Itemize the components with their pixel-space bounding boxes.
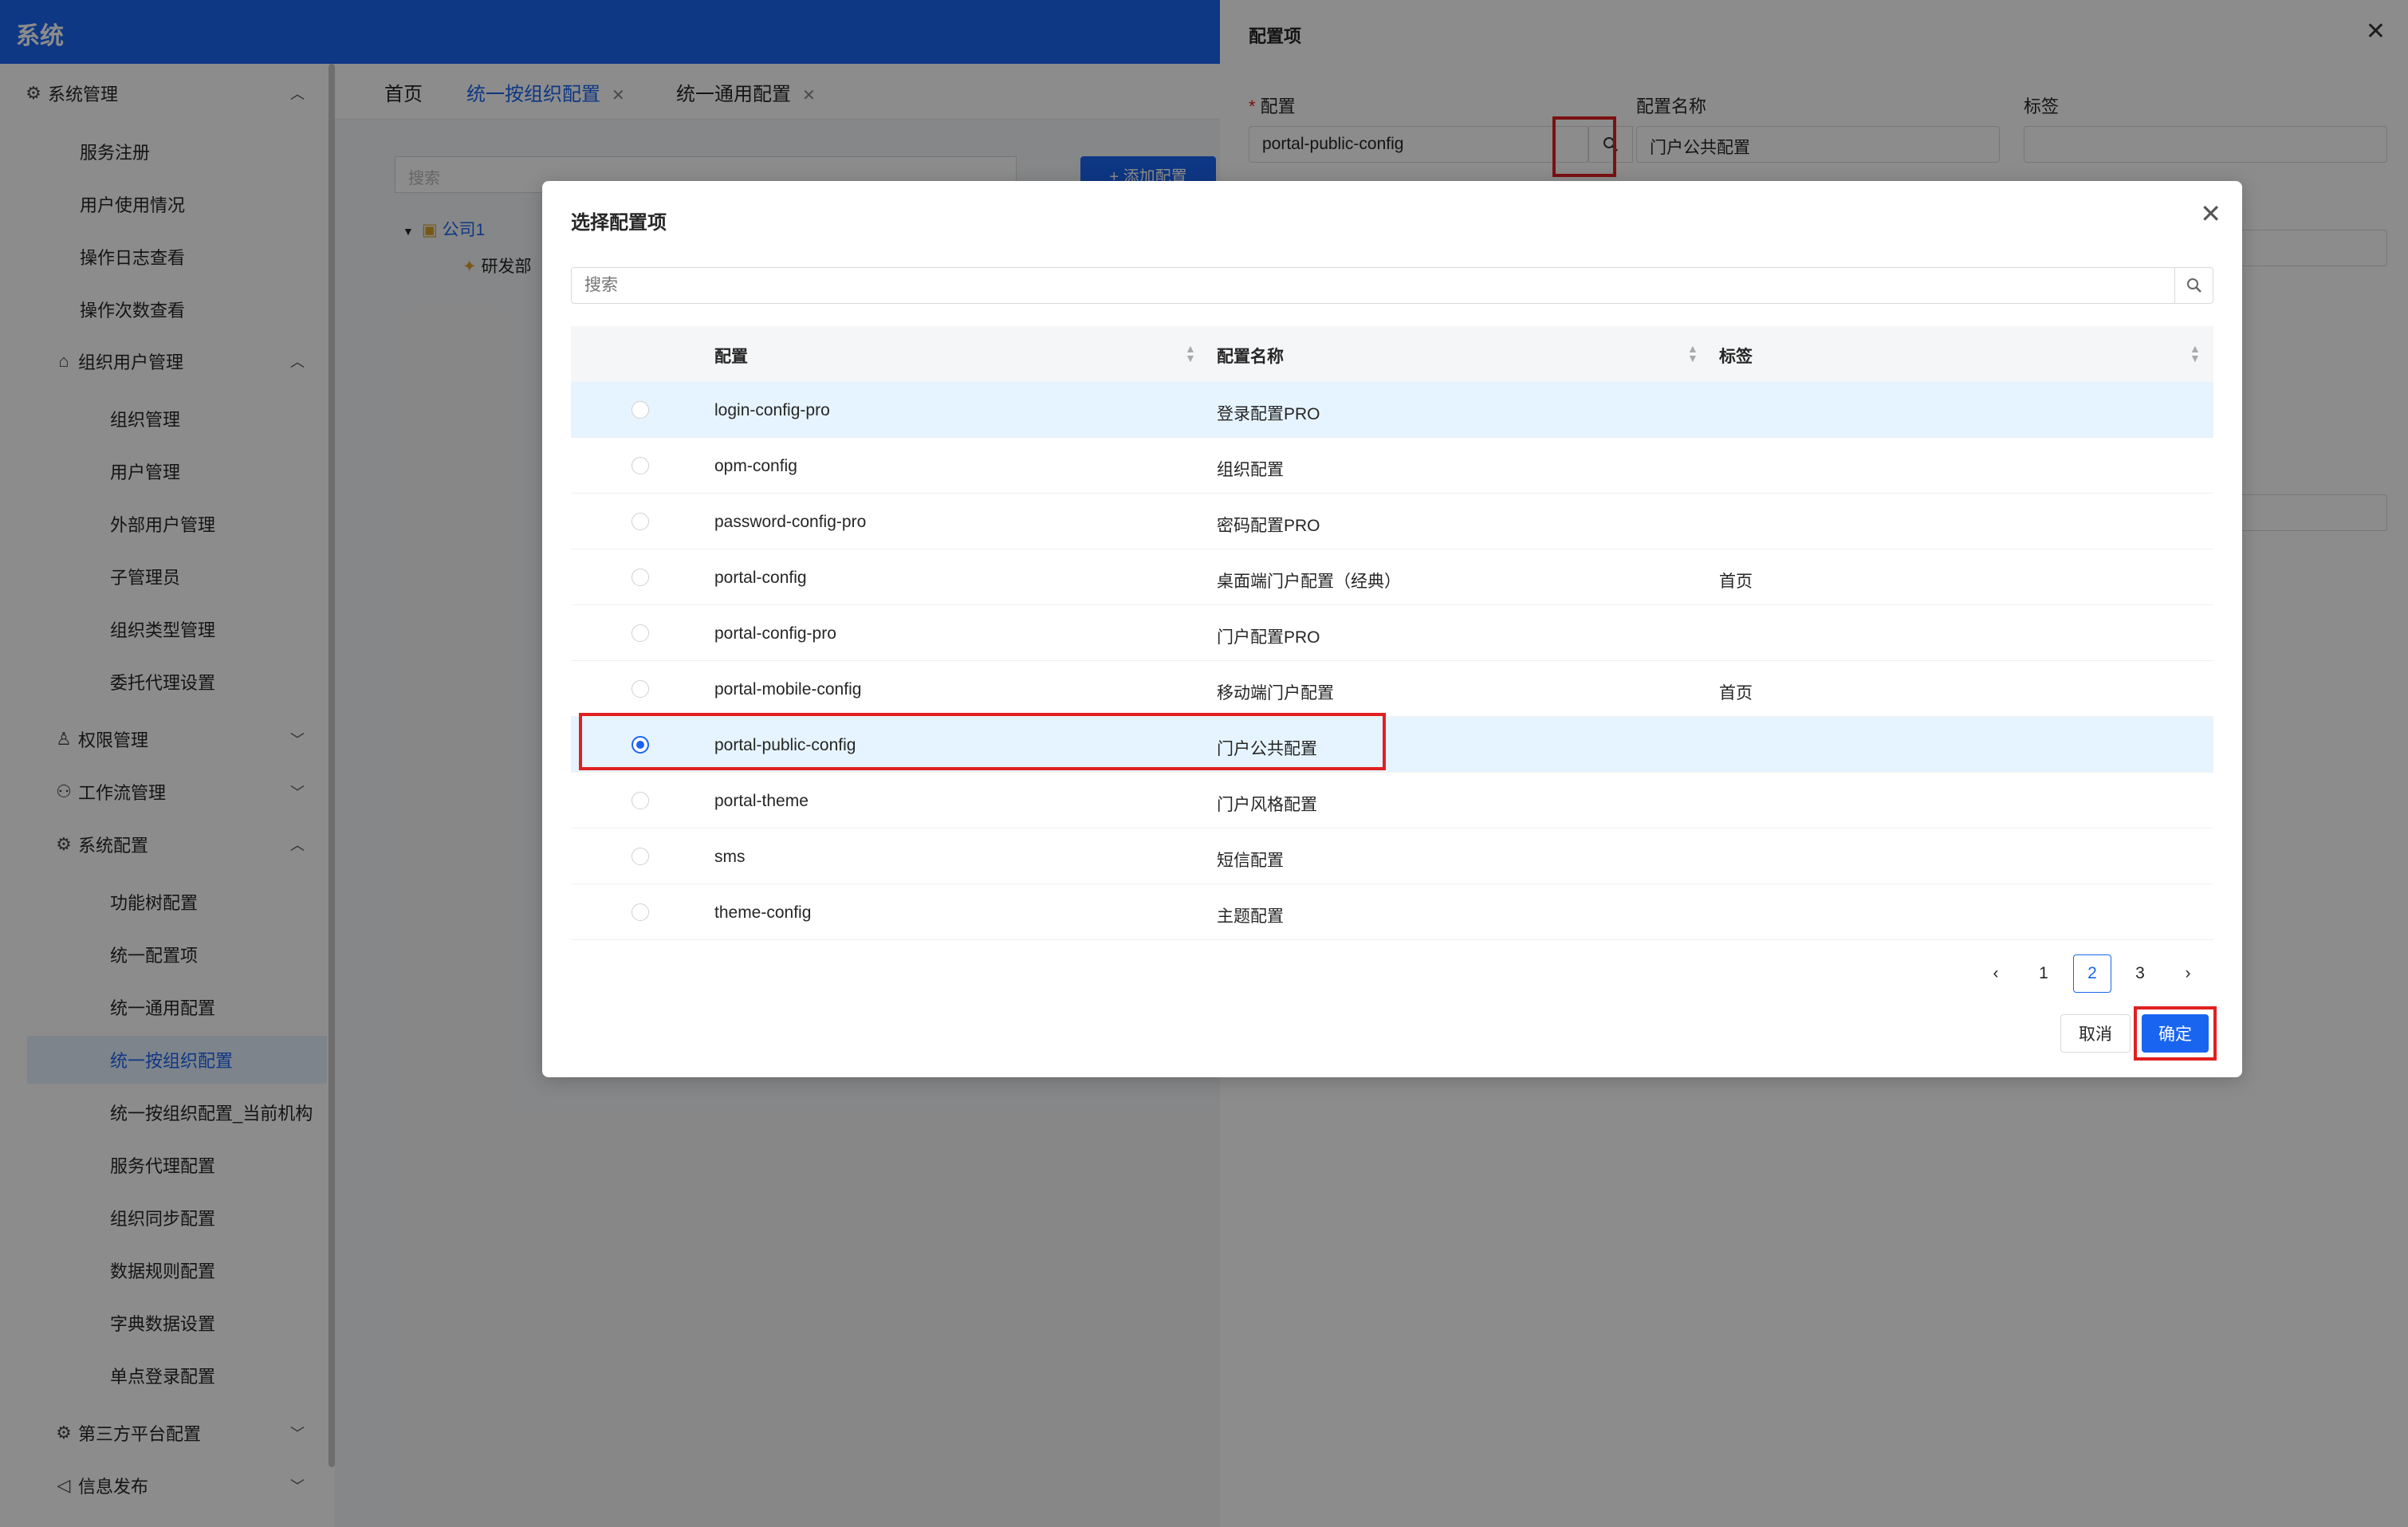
modal-search-button[interactable]	[2174, 268, 2213, 303]
column-header-config[interactable]: 配置	[714, 344, 748, 368]
cell-config: login-config-pro	[714, 401, 830, 419]
table-row[interactable]: portal-mobile-config 移动端门户配置 首页	[571, 661, 2213, 717]
modal-search-input[interactable]	[572, 268, 2158, 303]
column-header-tag[interactable]: 标签	[1719, 344, 1753, 368]
table-row[interactable]: portal-theme 门户风格配置	[571, 773, 2213, 828]
search-icon	[2186, 278, 2201, 293]
prev-page-icon[interactable]: ‹	[1977, 954, 2015, 993]
cell-config: password-config-pro	[714, 513, 867, 531]
row-radio[interactable]	[632, 903, 649, 921]
cell-tag: 首页	[1719, 573, 1753, 591]
cell-name: 登录配置PRO	[1217, 405, 1320, 423]
cell-name: 短信配置	[1217, 852, 1284, 870]
table-header: 配置 ▲ ▼ 配置名称 ▲ ▼ 标签 ▲ ▼	[571, 326, 2213, 382]
highlight-box	[579, 713, 1386, 770]
page-2[interactable]: 2	[2073, 954, 2111, 993]
cell-config: portal-mobile-config	[714, 680, 862, 699]
cell-config: portal-config-pro	[714, 624, 836, 643]
cell-config: theme-config	[714, 903, 812, 922]
modal-search-box	[571, 267, 2213, 304]
row-radio[interactable]	[632, 848, 649, 865]
row-radio[interactable]	[632, 680, 649, 698]
next-page-icon[interactable]: ›	[2169, 954, 2207, 993]
table-row[interactable]: opm-config 组织配置	[571, 438, 2213, 494]
page-1[interactable]: 1	[2024, 954, 2063, 993]
table-row[interactable]: theme-config 主题配置	[571, 884, 2213, 940]
table-row[interactable]: portal-config 桌面端门户配置（经典） 首页	[571, 549, 2213, 605]
cell-name: 门户配置PRO	[1217, 628, 1320, 647]
page-3[interactable]: 3	[2121, 954, 2159, 993]
cell-tag: 首页	[1719, 684, 1753, 702]
cell-config: sms	[714, 848, 746, 866]
select-config-modal: 选择配置项 ✕ 配置 ▲▼ 配置名称 ▲▼ 标签 ▲▼ login-config…	[542, 181, 2242, 1077]
cell-name: 组织配置	[1217, 461, 1284, 479]
cell-name: 门户风格配置	[1217, 796, 1317, 814]
cell-name: 主题配置	[1217, 907, 1284, 926]
sort-icon[interactable]: ▲ ▼	[2190, 343, 2201, 364]
row-radio[interactable]	[632, 624, 649, 642]
sort-icon[interactable]: ▲ ▼	[1687, 343, 1698, 364]
close-icon[interactable]: ✕	[2200, 199, 2221, 229]
sort-icon[interactable]: ▲ ▼	[1185, 343, 1196, 364]
row-radio[interactable]	[632, 401, 649, 419]
cell-name: 移动端门户配置	[1217, 684, 1334, 702]
column-header-name[interactable]: 配置名称	[1217, 344, 1284, 368]
row-radio[interactable]	[632, 513, 649, 530]
cell-config: portal-config	[714, 569, 807, 587]
cell-name: 桌面端门户配置（经典）	[1217, 573, 1401, 591]
table-row[interactable]: login-config-pro 登录配置PRO	[571, 382, 2213, 438]
table-row[interactable]: password-config-pro 密码配置PRO	[571, 494, 2213, 549]
table-row[interactable]: sms 短信配置	[571, 828, 2213, 884]
app-window: 系统 ⚙ 系统管理 ︿ 服务注册 用户使用情况 操作日志查看 操作次数查看 ⌂ 组织用户管理 ︿ 组…	[0, 0, 2408, 1527]
row-radio[interactable]	[632, 792, 649, 809]
cancel-button[interactable]: 取消	[2060, 1014, 2131, 1053]
cell-name: 密码配置PRO	[1217, 517, 1320, 535]
row-radio[interactable]	[632, 457, 649, 474]
modal-title: 选择配置项	[571, 212, 667, 234]
row-radio[interactable]	[632, 569, 649, 586]
cell-config: portal-theme	[714, 792, 809, 810]
table-row[interactable]: portal-config-pro 门户配置PRO	[571, 605, 2213, 661]
highlight-box	[2134, 1006, 2217, 1061]
cell-config: opm-config	[714, 457, 797, 475]
